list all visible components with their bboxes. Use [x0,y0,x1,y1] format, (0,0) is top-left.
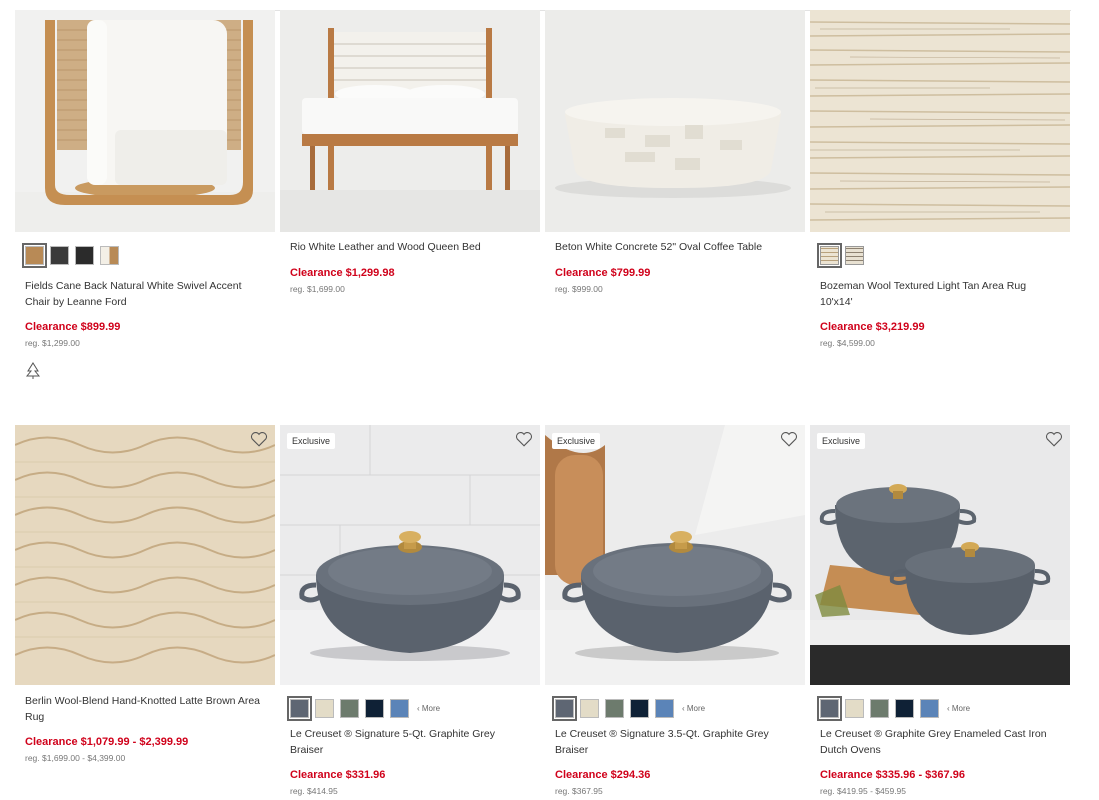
swatch[interactable] [22,242,47,268]
tree-icon [25,362,41,379]
regular-price: reg. $1,299.00 [25,338,80,348]
sale-price: Clearance $1,299.98 [290,266,395,279]
exclusive-badge: Exclusive [817,433,866,449]
product-card-berlin-rug[interactable]: Berlin Wool-Blend Hand-Knotted Latte Bro… [15,425,275,763]
more-colors-link[interactable]: ‹ More [947,704,970,713]
color-swatches [817,242,1070,268]
heart-icon[interactable] [515,431,533,448]
swatch[interactable] [630,698,649,718]
product-name[interactable]: Le Creuset ® Signature 5-Qt. Graphite Gr… [290,727,530,758]
product-card-coffee-table[interactable]: Beton White Concrete 52" Oval Coffee Tab… [545,10,805,294]
swatch[interactable] [580,698,599,718]
product-name[interactable]: Le Creuset ® Signature 3.5-Qt. Graphite … [555,727,795,758]
regular-price: reg. $4,599.00 [820,338,875,348]
regular-price: reg. $367.95 [555,786,603,796]
swatch[interactable] [287,695,312,721]
product-name[interactable]: Bozeman Wool Textured Light Tan Area Rug… [820,279,1060,310]
product-name[interactable]: Fields Cane Back Natural White Swivel Ac… [25,279,265,310]
sale-price: Clearance $3,219.99 [820,321,925,333]
swatch[interactable] [315,698,334,718]
product-card-bozeman-rug[interactable]: Bozeman Wool Textured Light Tan Area Rug… [810,10,1070,348]
swatch[interactable] [340,698,359,718]
product-image[interactable] [280,10,540,232]
product-image[interactable]: Exclusive [810,425,1070,685]
sale-price: Clearance $1,079.99 - $2,399.99 [25,736,189,748]
product-image[interactable] [15,425,275,685]
swatch[interactable] [552,695,577,721]
product-name[interactable]: Beton White Concrete 52" Oval Coffee Tab… [555,240,795,256]
product-card-dutch-ovens[interactable]: Exclusive ‹ More Le Creuset ® Graphite G… [810,425,1070,796]
product-name[interactable]: Le Creuset ® Graphite Grey Enameled Cast… [820,727,1060,758]
color-swatches: ‹ More [287,695,540,721]
product-card-bed[interactable]: Rio White Leather and Wood Queen Bed Cle… [280,10,540,294]
sale-price: Clearance $335.96 - $367.96 [820,769,965,781]
swatch[interactable] [920,698,939,718]
swatch[interactable] [50,245,69,265]
color-swatches: ‹ More [817,695,1070,721]
swatch[interactable] [870,698,889,718]
regular-price: reg. $1,699.00 [290,283,345,294]
swatch[interactable] [75,245,94,265]
heart-icon[interactable] [250,431,268,448]
more-colors-link[interactable]: ‹ More [417,704,440,713]
sale-price: Clearance $799.99 [555,266,651,279]
sale-price: Clearance $899.99 [25,321,121,333]
product-image[interactable] [15,10,275,232]
regular-price: reg. $1,699.00 - $4,399.00 [25,753,126,763]
swatch[interactable] [390,698,409,718]
more-colors-link[interactable]: ‹ More [682,704,705,713]
product-image[interactable]: Exclusive [545,425,805,685]
color-swatches [22,242,275,268]
regular-price: reg. $419.95 - $459.95 [820,786,907,796]
color-swatches: ‹ More [552,695,805,721]
product-image[interactable] [810,10,1070,232]
exclusive-badge: Exclusive [287,433,336,449]
sale-price: Clearance $331.96 [290,769,386,781]
product-card-braiser-5qt[interactable]: Exclusive ‹ More Le Creuset ® Signature … [280,425,540,796]
product-card-braiser-3-5qt[interactable]: Exclusive ‹ More Le Creuset ® Signature … [545,425,805,796]
swatch[interactable] [100,245,119,265]
heart-icon[interactable] [780,431,798,448]
sale-price: Clearance $294.36 [555,769,651,781]
swatch[interactable] [365,698,384,718]
swatch[interactable] [655,698,674,718]
heart-icon[interactable] [1045,431,1063,448]
product-image[interactable]: Exclusive [280,425,540,685]
swatch[interactable] [845,245,864,265]
product-name[interactable]: Berlin Wool-Blend Hand-Knotted Latte Bro… [25,694,265,725]
product-card-swivel-chair[interactable]: Fields Cane Back Natural White Swivel Ac… [15,10,275,385]
swatch[interactable] [817,695,842,721]
swatch[interactable] [845,698,864,718]
product-image[interactable] [545,10,805,232]
swatch[interactable] [817,242,842,268]
regular-price: reg. $414.95 [290,786,338,796]
regular-price: reg. $999.00 [555,283,603,294]
exclusive-badge: Exclusive [552,433,601,449]
product-name[interactable]: Rio White Leather and Wood Queen Bed [290,240,530,256]
swatch[interactable] [895,698,914,718]
swatch[interactable] [605,698,624,718]
